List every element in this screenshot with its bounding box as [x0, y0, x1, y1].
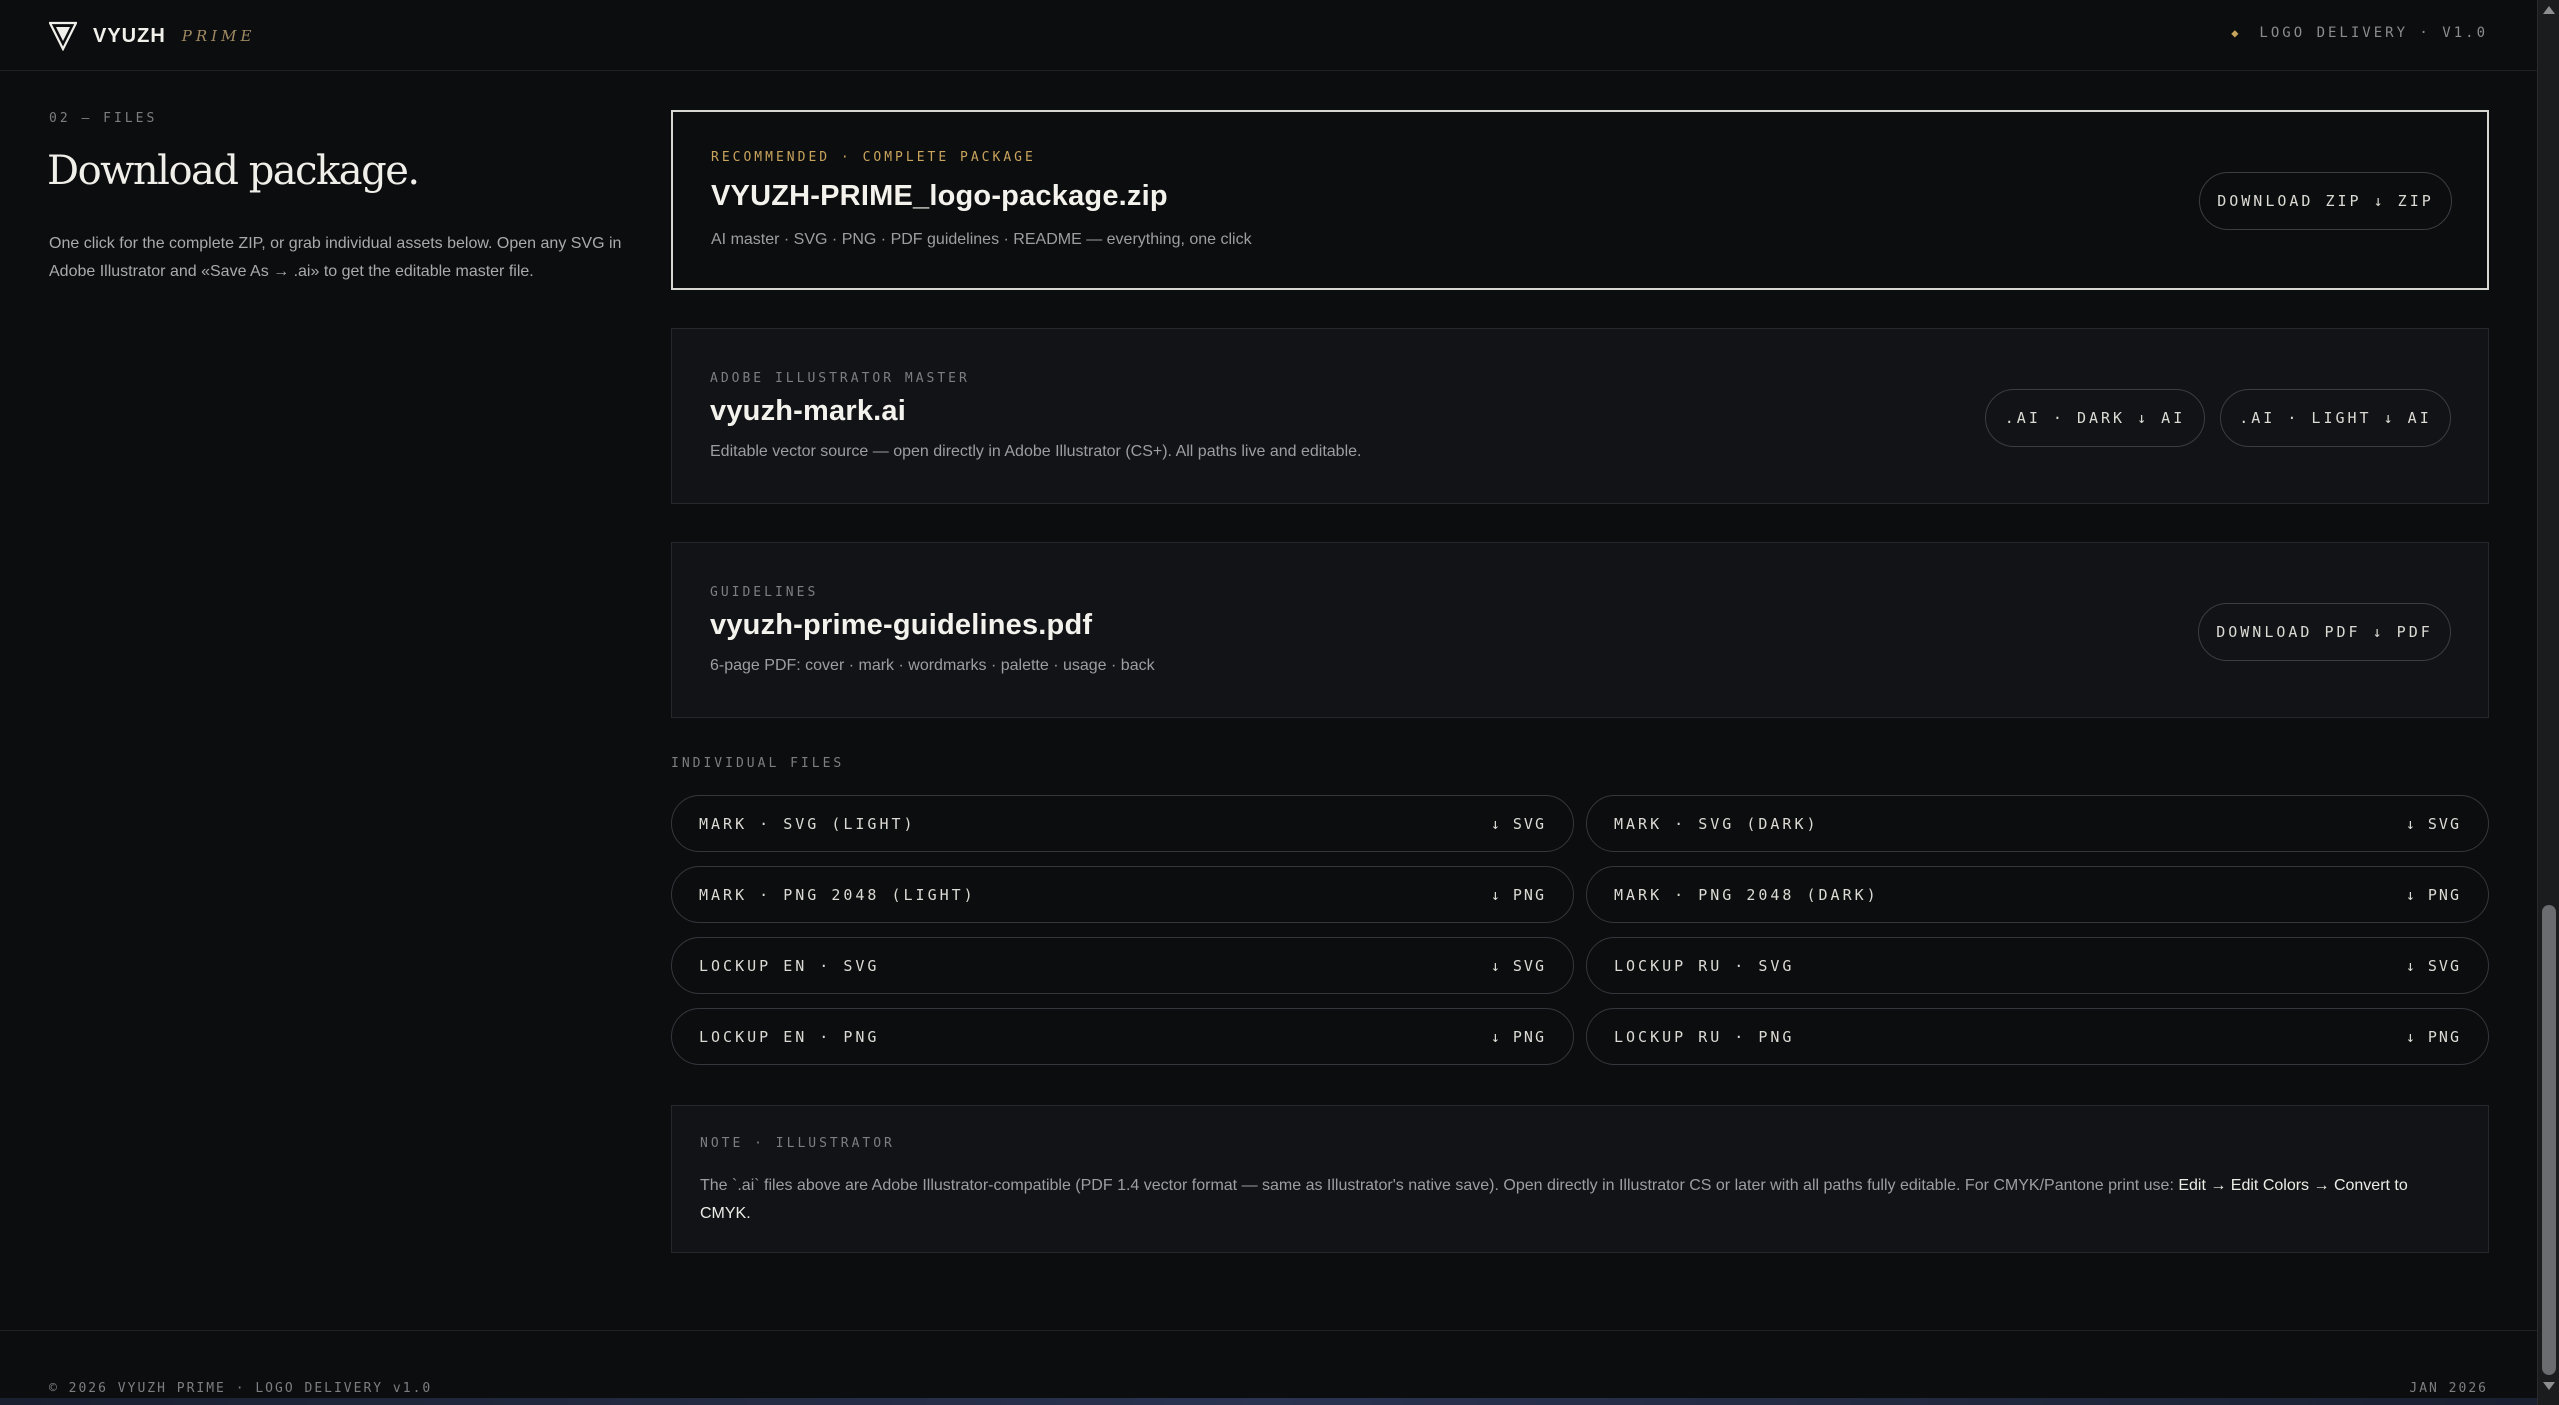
file-row[interactable]: MARK · SVG (DARK) ↓ SVG — [1586, 795, 2489, 852]
delivery-label: ◆ LOGO DELIVERY · V1.0 — [2231, 25, 2488, 41]
note-text: The `.ai` files above are Adobe Illustra… — [700, 1172, 2460, 1228]
file-name: LOCKUP RU · PNG — [1614, 1027, 1795, 1046]
file-row[interactable]: LOCKUP EN · PNG ↓ PNG — [671, 1008, 1574, 1065]
file-row[interactable]: MARK · PNG 2048 (LIGHT) ↓ PNG — [671, 866, 1574, 923]
guidelines-filename: vyuzh-prime-guidelines.pdf — [710, 609, 1093, 641]
file-name: MARK · PNG 2048 (DARK) — [1614, 885, 1879, 904]
note-eyebrow: NOTE · ILLUSTRATOR — [700, 1136, 895, 1151]
guidelines-eyebrow: GUIDELINES — [710, 585, 819, 600]
file-row[interactable]: MARK · SVG (LIGHT) ↓ SVG — [671, 795, 1574, 852]
page-title: Download package. — [47, 148, 420, 194]
download-ai-light-button[interactable]: .AI · LIGHT ↓ AI — [2220, 389, 2451, 447]
scrollbar[interactable] — [2537, 0, 2559, 1405]
file-name: MARK · SVG (DARK) — [1614, 814, 1819, 833]
package-filename: VYUZH-PRIME_logo-package.zip — [711, 180, 1168, 212]
delivery-text: LOGO DELIVERY · V1.0 — [2259, 25, 2488, 41]
file-format: ↓ SVG — [1490, 956, 1546, 975]
package-description: AI master · SVG · PNG · PDF guidelines ·… — [711, 231, 1252, 248]
file-row[interactable]: LOCKUP RU · PNG ↓ PNG — [1586, 1008, 2489, 1065]
section-description: One click for the complete ZIP, or grab … — [49, 235, 622, 280]
illustrator-note: NOTE · ILLUSTRATOR The `.ai` files above… — [671, 1105, 2489, 1253]
brand-sub: PRIME — [181, 27, 256, 45]
footer: © 2026 VYUZH PRIME · LOGO DELIVERY v1.0 … — [0, 1330, 2537, 1405]
brand-logo[interactable]: VYUZH PRIME — [49, 21, 255, 51]
file-format: ↓ PNG — [1490, 885, 1546, 904]
file-name: MARK · SVG (LIGHT) — [699, 814, 916, 833]
diamond-icon: ◆ — [2231, 26, 2242, 40]
scrollbar-thumb[interactable] — [2542, 905, 2556, 1375]
file-format: ↓ SVG — [1490, 814, 1546, 833]
illustrator-filename: vyuzh-mark.ai — [710, 395, 907, 427]
package-card: RECOMMENDED · COMPLETE PACKAGE VYUZH-PRI… — [671, 110, 2489, 290]
scroll-down-icon[interactable] — [2543, 1382, 2555, 1390]
file-format: ↓ PNG — [2405, 885, 2461, 904]
file-row[interactable]: MARK · PNG 2048 (DARK) ↓ PNG — [1586, 866, 2489, 923]
package-eyebrow: RECOMMENDED · COMPLETE PACKAGE — [711, 150, 1036, 165]
file-format: ↓ SVG — [2405, 956, 2461, 975]
individual-files-label: INDIVIDUAL FILES — [671, 756, 845, 771]
bottom-strip — [0, 1398, 2537, 1405]
footer-copyright: © 2026 VYUZH PRIME · LOGO DELIVERY v1.0 — [49, 1381, 433, 1396]
file-name: LOCKUP EN · SVG — [699, 956, 880, 975]
top-bar: VYUZH PRIME ◆ LOGO DELIVERY · V1.0 — [0, 0, 2537, 71]
file-format: ↓ SVG — [2405, 814, 2461, 833]
brand-name: VYUZH — [93, 24, 166, 47]
illustrator-eyebrow: ADOBE ILLUSTRATOR MASTER — [710, 371, 970, 386]
file-name: MARK · PNG 2048 (LIGHT) — [699, 885, 976, 904]
illustrator-description: Editable vector source — open directly i… — [710, 443, 1362, 460]
download-pdf-button[interactable]: DOWNLOAD PDF ↓ PDF — [2198, 603, 2451, 661]
guidelines-card: GUIDELINES vyuzh-prime-guidelines.pdf 6-… — [671, 542, 2489, 718]
file-format: ↓ PNG — [2405, 1027, 2461, 1046]
file-row[interactable]: LOCKUP EN · SVG ↓ SVG — [671, 937, 1574, 994]
file-format: ↓ PNG — [1490, 1027, 1546, 1046]
section-number: 02 — FILES — [49, 111, 158, 126]
scroll-up-icon[interactable] — [2543, 6, 2555, 14]
illustrator-card: ADOBE ILLUSTRATOR MASTER vyuzh-mark.ai E… — [671, 328, 2489, 504]
download-zip-button[interactable]: DOWNLOAD ZIP ↓ ZIP — [2199, 172, 2452, 230]
guidelines-description: 6-page PDF: cover · mark · wordmarks · p… — [710, 657, 1155, 674]
file-name: LOCKUP EN · PNG — [699, 1027, 880, 1046]
file-row[interactable]: LOCKUP RU · SVG ↓ SVG — [1586, 937, 2489, 994]
v-mark-icon — [49, 21, 77, 51]
note-body: The `.ai` files above are Adobe Illustra… — [700, 1177, 2179, 1194]
download-ai-dark-button[interactable]: .AI · DARK ↓ AI — [1985, 389, 2205, 447]
file-name: LOCKUP RU · SVG — [1614, 956, 1795, 975]
footer-date: JAN 2026 — [2409, 1381, 2488, 1396]
